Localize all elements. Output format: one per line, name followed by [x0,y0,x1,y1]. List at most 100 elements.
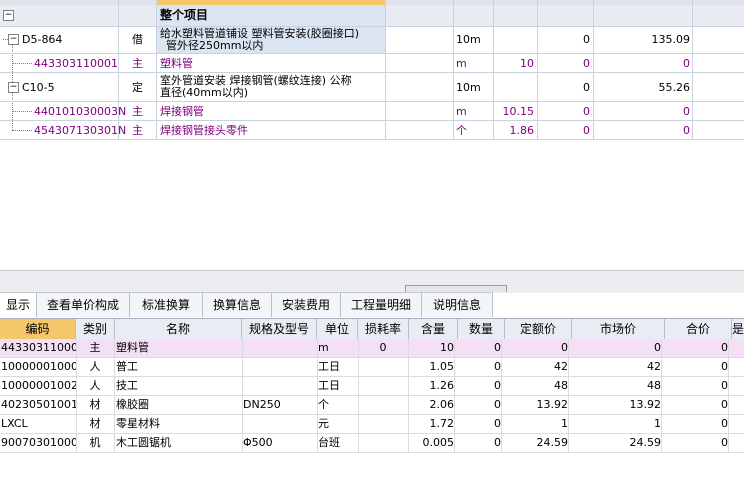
collapse-icon[interactable]: − [8,34,19,45]
cell-content[interactable]: 1.72 [409,415,455,433]
tab-conversion-info[interactable]: 换算信息 [203,292,272,317]
cell-name[interactable]: 零星材料 [115,415,243,433]
table-row[interactable]: 100000010021 人技工 工日 1.26 0 48 48 0 [0,377,744,396]
row-code[interactable]: 440101030003N [34,105,126,118]
cell-category[interactable]: 人 [76,358,115,376]
splitter-grip[interactable] [405,285,507,292]
cell-content[interactable]: 0.005 [409,434,455,452]
col-header-quantity[interactable]: 数量 [458,319,505,339]
cell-quantity[interactable]: 0 [458,415,502,433]
table-row[interactable]: 443303110001 主塑料管 m 0 10 0 0 0 0 [0,339,744,358]
cell-category[interactable]: 材 [76,396,115,414]
cell-unit[interactable]: 工日 [317,377,359,395]
cell-name[interactable]: 技工 [115,377,243,395]
cell-total[interactable]: 0 [665,339,729,357]
cell-spec[interactable] [242,377,318,395]
cell-total[interactable]: 0 [665,415,729,433]
cell-market-price[interactable]: 1 [572,415,662,433]
row-code[interactable]: C10-5 [22,81,55,94]
col-header-unit[interactable]: 单位 [317,319,358,339]
tab-quantity-detail[interactable]: 工程量明细 [341,292,422,317]
cell-total[interactable]: 0 [665,396,729,414]
cell-loss-rate[interactable]: 0 [358,339,409,357]
col-header-category[interactable]: 类别 [76,319,115,339]
cell-code[interactable]: 443303110001 [0,339,77,357]
row-name[interactable]: 塑料管 [160,57,193,70]
cell-unit[interactable]: 工日 [317,358,359,376]
row-code[interactable]: 443303110001 [34,57,118,70]
cell-code[interactable]: 100000010001 [0,358,77,376]
col-header-quota-price[interactable]: 定额价 [505,319,572,339]
row-name[interactable]: 焊接钢管 [160,105,204,118]
collapse-icon[interactable]: − [8,82,19,93]
cell-flag[interactable] [732,358,744,376]
cell-category[interactable]: 人 [76,377,115,395]
col-header-flag[interactable]: 是 [732,319,744,339]
cell-loss-rate[interactable] [358,396,409,414]
cell-quota-price[interactable]: 0 [505,339,569,357]
cell-content[interactable]: 2.06 [409,396,455,414]
cell-market-price[interactable]: 42 [572,358,662,376]
cell-unit[interactable]: m [317,339,359,357]
cell-flag[interactable] [732,339,744,357]
panel-splitter[interactable] [0,270,744,293]
cell-unit[interactable]: 个 [317,396,359,414]
cell-total[interactable]: 0 [665,358,729,376]
cell-code[interactable]: 402305010019 [0,396,77,414]
row-code[interactable]: D5-864 [22,33,62,46]
cell-flag[interactable] [732,396,744,414]
cell-flag[interactable] [732,434,744,452]
cell-category[interactable]: 机 [76,434,115,452]
cell-quota-price[interactable]: 13.92 [505,396,569,414]
cell-spec[interactable] [242,415,318,433]
cell-content[interactable]: 1.05 [409,358,455,376]
row-name[interactable]: 焊接钢管接头零件 [160,124,248,137]
cell-flag[interactable] [732,415,744,433]
cell-loss-rate[interactable] [358,377,409,395]
tab-display[interactable]: 显示 [0,292,37,317]
cell-content[interactable]: 10 [409,339,455,357]
cell-spec[interactable] [242,339,318,357]
cell-loss-rate[interactable] [358,415,409,433]
cell-quota-price[interactable]: 1 [505,415,569,433]
tab-description[interactable]: 说明信息 [422,292,493,317]
row-code[interactable]: 454307130301N [34,124,126,137]
cell-quota-price[interactable]: 42 [505,358,569,376]
cell-content[interactable]: 1.26 [409,377,455,395]
col-header-name[interactable]: 名称 [115,319,242,339]
cell-total[interactable]: 0 [665,377,729,395]
col-header-code[interactable]: 编码 [0,319,76,339]
cell-spec[interactable]: DN250 [242,396,318,414]
cell-unit[interactable]: 台班 [317,434,359,452]
cell-category[interactable]: 主 [76,339,115,357]
tab-standard-conversion[interactable]: 标准换算 [130,292,203,317]
col-header-total[interactable]: 合价 [665,319,732,339]
cell-spec[interactable] [242,358,318,376]
cell-quota-price[interactable]: 48 [505,377,569,395]
cell-market-price[interactable]: 24.59 [572,434,662,452]
cell-market-price[interactable]: 0 [572,339,662,357]
cell-quantity[interactable]: 0 [458,339,502,357]
cell-quantity[interactable]: 0 [458,377,502,395]
cell-code[interactable]: 100000010021 [0,377,77,395]
table-row[interactable]: LXCL 材零星材料元 1.72 0 1 1 0 [0,415,744,434]
cell-loss-rate[interactable] [358,434,409,452]
cell-quantity[interactable]: 0 [458,396,502,414]
collapse-icon[interactable]: − [3,10,14,21]
table-row[interactable]: 900703010001 机木工圆锯机 Φ500 台班 0.005 0 24.59 24.59… [0,434,744,453]
cell-total[interactable]: 0 [665,434,729,452]
col-header-market-price[interactable]: 市场价 [572,319,665,339]
table-row[interactable]: 100000010001 人普工 工日 1.05 0 42 42 0 [0,358,744,377]
cell-quantity[interactable]: 0 [458,434,502,452]
cell-flag[interactable] [732,377,744,395]
cell-loss-rate[interactable] [358,358,409,376]
table-row[interactable]: 402305010019 材橡胶圈 DN250 个 2.06 0 13.92 13.92 0 [0,396,744,415]
tab-installation-fee[interactable]: 安装费用 [272,292,341,317]
cell-code[interactable]: 900703010001 [0,434,77,452]
cell-quota-price[interactable]: 24.59 [505,434,569,452]
col-header-loss-rate[interactable]: 损耗率 [358,319,409,339]
cell-code[interactable]: LXCL [0,415,77,433]
cell-category[interactable]: 材 [76,415,115,433]
cell-name[interactable]: 普工 [115,358,243,376]
cell-unit[interactable]: 元 [317,415,359,433]
